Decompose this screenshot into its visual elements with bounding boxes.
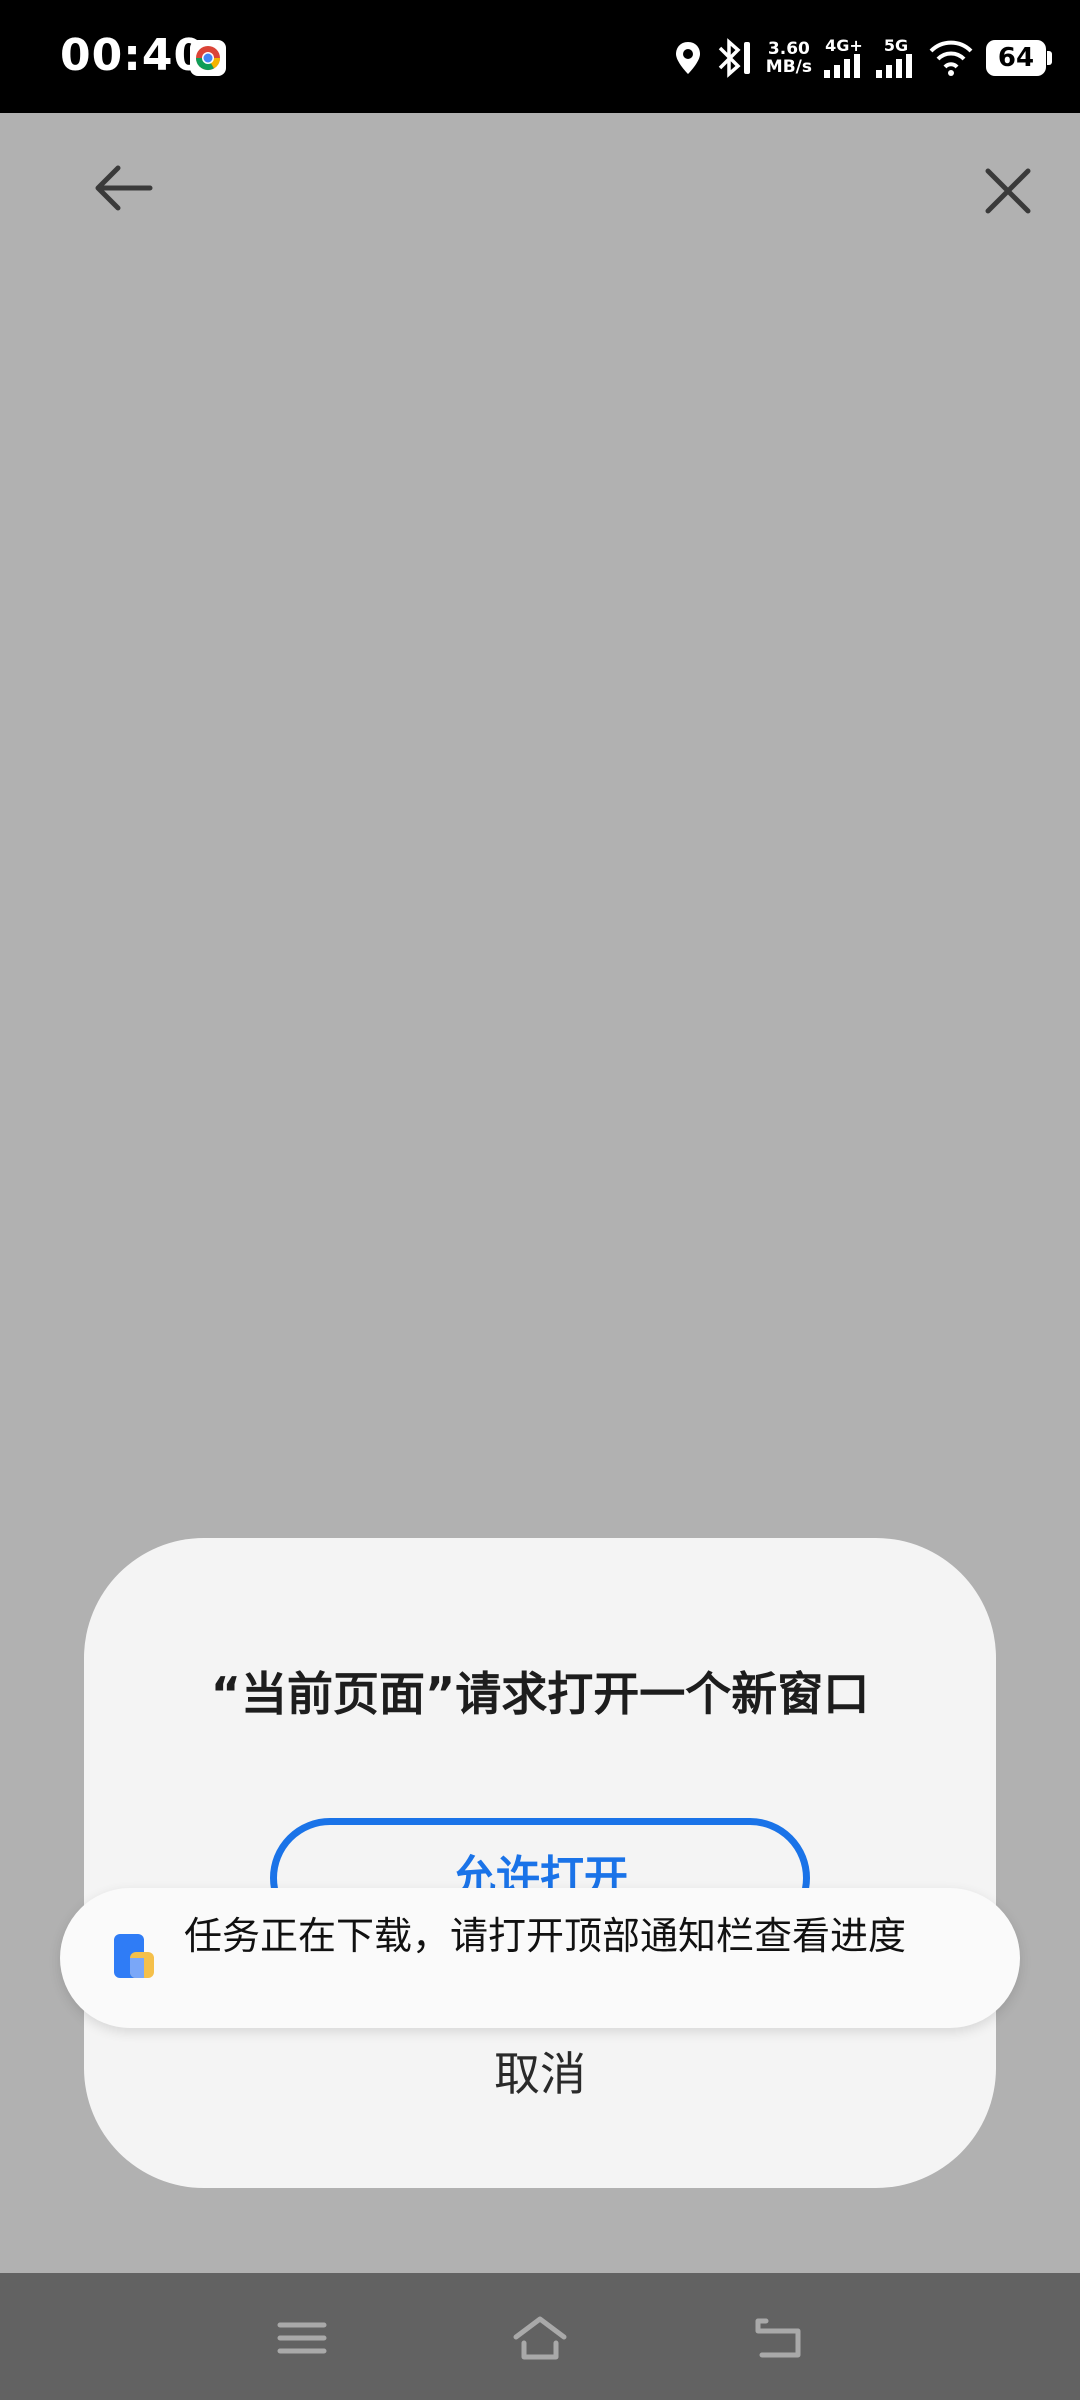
home-icon[interactable]	[510, 2313, 570, 2363]
signal-icon	[876, 54, 912, 78]
new-window-dialog: “当前页面”请求打开一个新窗口 允许打开 取消	[84, 1538, 996, 2188]
status-icons: 3.60 MB/s 4G+ 5G 64	[674, 30, 1052, 86]
app-icon	[114, 1934, 154, 1978]
menu-icon[interactable]	[272, 2313, 332, 2363]
signal-4g: 4G+	[824, 38, 864, 78]
status-time: 00:40	[60, 30, 206, 81]
download-toast: 任务正在下载，请打开顶部通知栏查看进度	[60, 1888, 1020, 2028]
system-nav-bar	[0, 2273, 1080, 2400]
signal-icon	[824, 54, 860, 78]
close-icon[interactable]	[980, 163, 1036, 219]
dialog-title: “当前页面”请求打开一个新窗口	[210, 1667, 870, 1721]
arrow-left-icon[interactable]	[90, 160, 156, 216]
network-speed: 3.60 MB/s	[765, 39, 812, 77]
cancel-button[interactable]: 取消	[84, 2038, 996, 2104]
battery-indicator: 64	[986, 40, 1052, 76]
chrome-icon	[190, 40, 226, 76]
signal-5g: 5G	[876, 38, 916, 78]
status-bar: 00:40 3.60 MB/s 4G+ 5G 64	[0, 0, 1080, 113]
location-icon	[675, 42, 700, 74]
wifi-icon	[929, 40, 973, 76]
return-icon[interactable]	[750, 2313, 810, 2363]
toast-message: 任务正在下载，请打开顶部通知栏查看进度	[184, 1914, 907, 1958]
bluetooth-icon	[718, 38, 750, 78]
